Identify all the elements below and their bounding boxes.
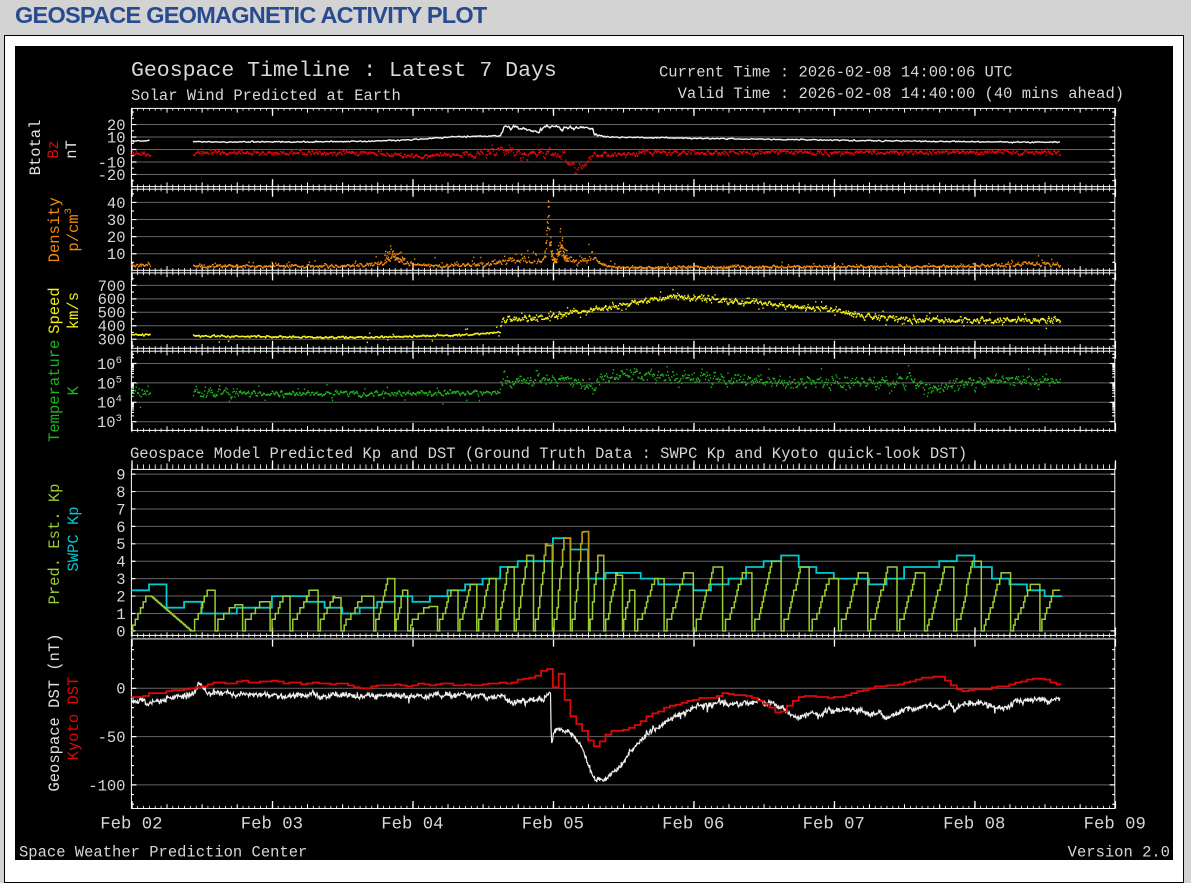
svg-text:Density: Density (46, 197, 64, 262)
svg-text:20: 20 (107, 229, 126, 247)
svg-text:SWPC Kp: SWPC Kp (65, 506, 83, 571)
svg-text:3: 3 (116, 571, 125, 589)
svg-text:Feb 02: Feb 02 (100, 815, 162, 834)
svg-text:Current Time : 2026-02-08 14:0: Current Time : 2026-02-08 14:00:06 UTC (659, 64, 1012, 82)
svg-text:nT: nT (63, 140, 81, 159)
svg-text:Feb 05: Feb 05 (522, 815, 584, 834)
svg-text:6: 6 (116, 519, 125, 537)
svg-text:5: 5 (116, 536, 125, 554)
svg-text:-100: -100 (88, 777, 125, 795)
svg-text:km/s: km/s (65, 292, 83, 329)
svg-text:Feb 09: Feb 09 (1084, 815, 1146, 834)
svg-text:Kyoto DST: Kyoto DST (65, 677, 83, 761)
svg-text:2: 2 (116, 589, 125, 607)
svg-text:p/cm3: p/cm3 (63, 208, 83, 252)
svg-text:Valid Time : 2026-02-08 14:40:: Valid Time : 2026-02-08 14:40:00 (40 min… (678, 85, 1124, 103)
svg-text:300: 300 (98, 332, 126, 350)
svg-text:Version 2.0: Version 2.0 (1068, 843, 1170, 860)
svg-text:Feb 07: Feb 07 (803, 815, 865, 834)
svg-text:Geospace Timeline : Latest 7 D: Geospace Timeline : Latest 7 Days (131, 59, 557, 83)
svg-text:0: 0 (116, 681, 125, 699)
svg-text:4: 4 (116, 554, 125, 572)
svg-text:-50: -50 (98, 729, 126, 747)
svg-text:Bz: Bz (45, 140, 63, 159)
svg-text:Btotal: Btotal (27, 120, 45, 176)
svg-text:Pred. Est. Kp: Pred. Est. Kp (46, 484, 64, 605)
svg-text:Solar Wind Predicted at Earth: Solar Wind Predicted at Earth (131, 87, 401, 105)
svg-text:Speed: Speed (46, 287, 64, 334)
svg-text:Feb 03: Feb 03 (241, 815, 303, 834)
svg-text:1: 1 (116, 606, 125, 624)
svg-text:Geospace DST (nT): Geospace DST (nT) (46, 633, 64, 791)
svg-text:8: 8 (116, 484, 125, 502)
svg-text:Geospace Model Predicted Kp an: Geospace Model Predicted Kp and DST (Gro… (130, 445, 967, 463)
svg-text:9: 9 (116, 467, 125, 485)
svg-text:-20: -20 (98, 167, 126, 185)
svg-text:K: K (65, 385, 83, 395)
svg-text:Feb 04: Feb 04 (381, 815, 443, 834)
svg-text:Temperature: Temperature (46, 340, 64, 442)
svg-text:Feb 06: Feb 06 (662, 815, 724, 834)
svg-text:30: 30 (107, 212, 126, 230)
svg-text:10: 10 (107, 246, 126, 264)
svg-text:7: 7 (116, 501, 125, 519)
svg-text:Feb 08: Feb 08 (943, 815, 1005, 834)
svg-text:40: 40 (107, 195, 126, 213)
svg-text:Space Weather Prediction Cente: Space Weather Prediction Center (19, 843, 307, 860)
svg-text:0: 0 (116, 623, 125, 641)
